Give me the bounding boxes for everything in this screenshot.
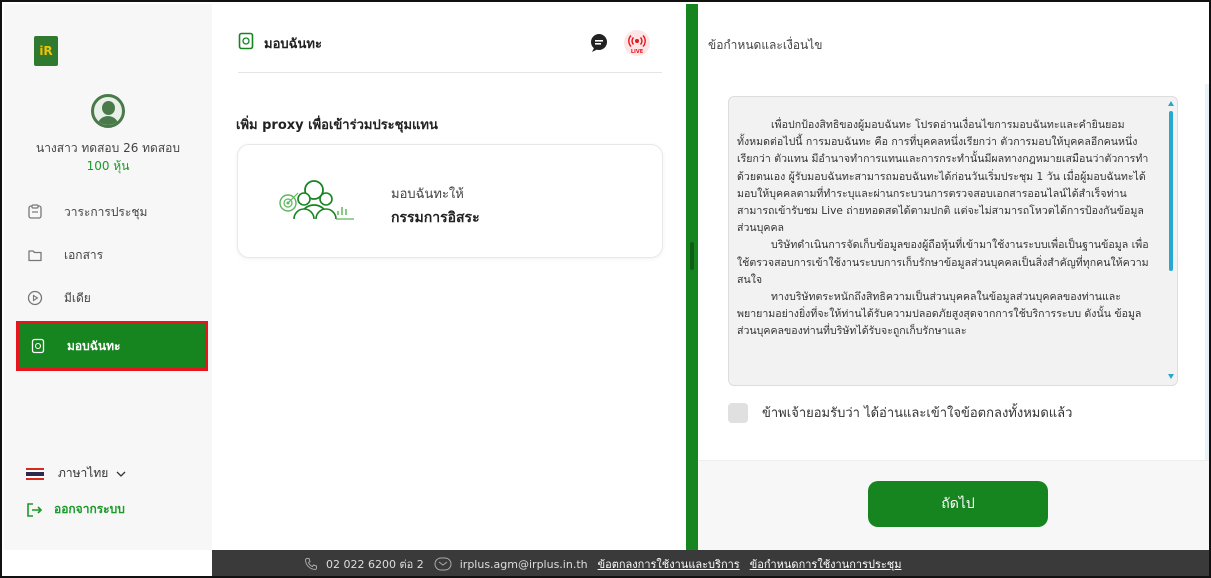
footer-link-terms-of-service[interactable]: ข้อตกลงการใช้งานและบริการ — [598, 555, 740, 573]
scroll-down-arrow[interactable] — [1168, 374, 1174, 379]
footer-email[interactable]: irplus.agm@irplus.in.th — [460, 558, 588, 571]
logout-icon — [26, 502, 44, 518]
sidebar-item-label: เอกสาร — [64, 247, 104, 262]
agree-row[interactable]: ข้าพเจ้ายอมรับว่า ได้อ่านและเข้าใจข้อตกล… — [728, 402, 1072, 423]
terms-paragraph: ทางบริษัทตระหนักถึงสิทธิความเป็นส่วนบุคค… — [737, 291, 1142, 338]
sidebar-item-documents[interactable]: เอกสาร — [26, 242, 206, 268]
terms-textbox[interactable]: เพื่อปกป้องสิทธิของผู้มอบฉันทะ โปรดอ่านเ… — [728, 96, 1178, 386]
panel-divider[interactable] — [686, 4, 698, 550]
agree-label: ข้าพเจ้ายอมรับว่า ได้อ่านและเข้าใจข้อตกล… — [762, 406, 1073, 421]
scroll-up-arrow[interactable] — [1168, 101, 1174, 106]
footer: 02 022 6200 ต่อ 2 irplus.agm@irplus.in.t… — [212, 550, 1209, 576]
sidebar-item-proxy[interactable]: มอบฉันทะ — [16, 321, 208, 371]
agree-checkbox[interactable] — [728, 402, 748, 423]
live-broadcast-button[interactable]: LIVE — [624, 30, 650, 56]
terms-paragraph: บริษัทดำเนินการจัดเก็บข้อมูลของผู้ถือหุ้… — [737, 239, 1149, 286]
avatar — [91, 94, 125, 128]
chevron-down-icon — [116, 467, 126, 481]
group-people-icon — [276, 179, 356, 227]
phone-icon — [304, 557, 318, 571]
chat-support-button[interactable] — [586, 30, 612, 56]
page-title-text: มอบฉันทะ — [264, 36, 322, 52]
terms-panel: ข้อกำหนดและเงื่อนไข เพื่อปกป้องสิทธิของผ… — [698, 4, 1209, 551]
irplus-logo[interactable]: iR — [34, 36, 58, 66]
resize-handle[interactable] — [690, 242, 694, 270]
sidebar-item-label: มอบฉันทะ — [67, 338, 121, 353]
proxy-option-card[interactable]: มอบฉันทะให้ กรรมการอิสระ — [237, 144, 663, 258]
next-button[interactable]: ถัดไป — [868, 481, 1048, 527]
logout-label: ออกจากระบบ — [54, 502, 125, 516]
logo-text: iR — [39, 44, 53, 58]
sidebar: iR นางสาว ทดสอบ 26 ทดสอบ 100 หุ้น วาระกา… — [4, 4, 212, 550]
sidebar-item-media[interactable]: มีเดีย — [26, 285, 206, 311]
mail-icon — [434, 557, 452, 571]
live-badge: LIVE — [630, 49, 644, 55]
logout-button[interactable]: ออกจากระบบ — [26, 500, 125, 519]
play-icon — [26, 289, 44, 307]
proxy-card-label: มอบฉันทะให้ — [391, 187, 464, 202]
app-window: iR นางสาว ทดสอบ 26 ทดสอบ 100 หุ้น วาระกา… — [0, 0, 1211, 578]
user-shares: 100 หุ้น — [86, 159, 130, 173]
footer-link-meeting-terms[interactable]: ข้อกำหนดการใช้งานการประชุม — [750, 555, 902, 573]
language-label: ภาษาไทย — [58, 466, 109, 480]
proxy-doc-icon — [29, 337, 47, 355]
page-title: มอบฉันทะ — [238, 32, 322, 54]
sidebar-item-label: มีเดีย — [64, 290, 91, 305]
user-name: นางสาว ทดสอบ 26 ทดสอบ — [35, 141, 181, 155]
agenda-icon — [26, 203, 44, 221]
sidebar-item-agenda[interactable]: วาระการประชุม — [26, 199, 206, 225]
footer-phone[interactable]: 02 022 6200 ต่อ 2 — [326, 555, 424, 573]
proxy-card-value: กรรมการอิสระ — [391, 210, 480, 226]
terms-title: ข้อกำหนดและเงื่อนไข — [708, 38, 823, 52]
proxy-panel: มอบฉันทะ LIVE เพิ่ม proxy เพื่อเข้าร่วมป… — [212, 4, 686, 550]
language-selector[interactable]: ภาษาไทย — [26, 464, 126, 483]
proxy-doc-icon — [238, 32, 254, 54]
scrollbar-thumb[interactable] — [1169, 111, 1173, 271]
thai-flag-icon — [26, 467, 44, 480]
divider — [238, 72, 662, 73]
terms-content: เพื่อปกป้องสิทธิของผู้มอบฉันทะ โปรดอ่านเ… — [737, 117, 1157, 341]
folder-icon — [26, 246, 44, 264]
panel-scrollbar[interactable] — [1205, 84, 1209, 460]
terms-paragraph: เพื่อปกป้องสิทธิของผู้มอบฉันทะ โปรดอ่านเ… — [737, 119, 1149, 235]
proxy-heading: เพิ่ม proxy เพื่อเข้าร่วมประชุมแทน — [236, 118, 438, 133]
sidebar-item-label: วาระการประชุม — [64, 204, 148, 219]
